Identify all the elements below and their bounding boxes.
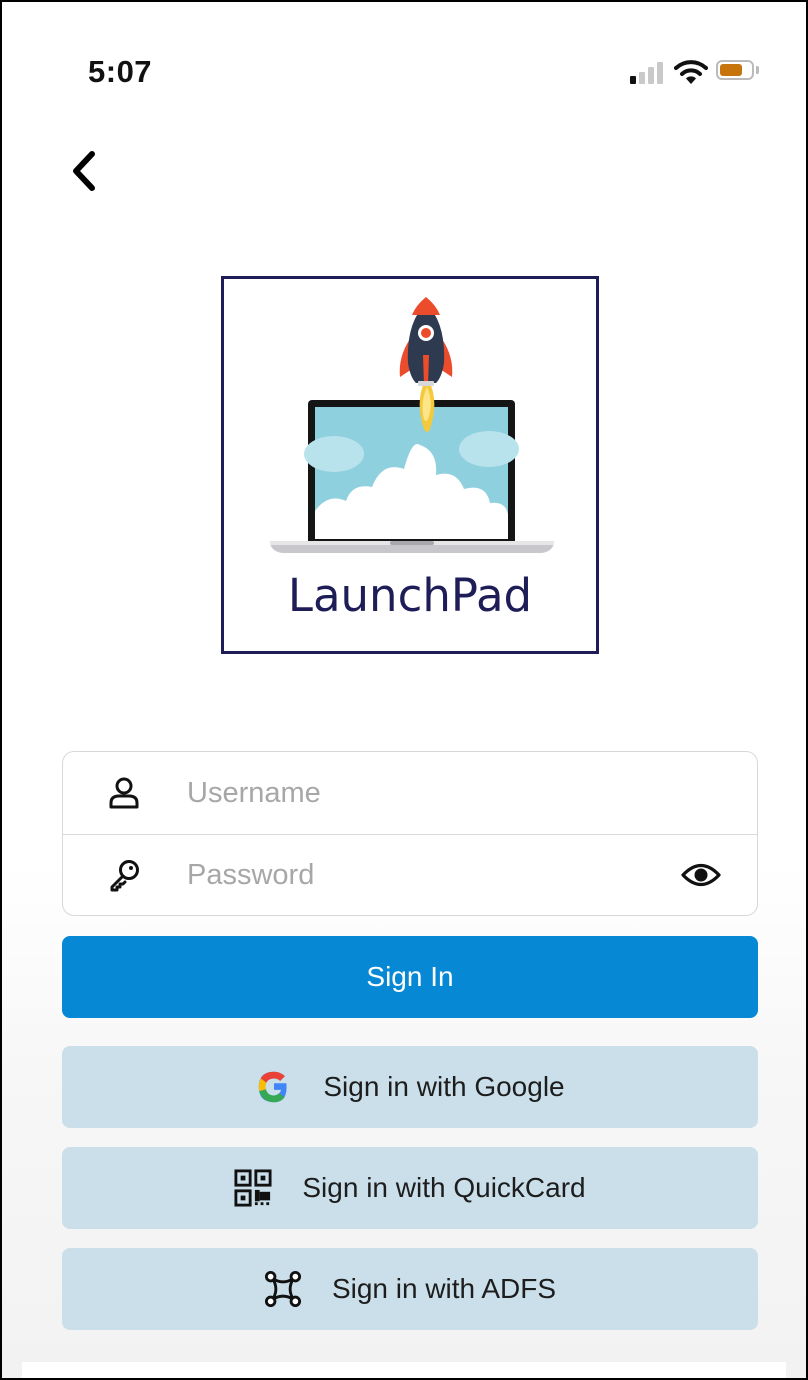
google-label: Sign in with Google [323, 1071, 565, 1102]
password-input[interactable] [185, 848, 659, 902]
battery-icon [716, 60, 754, 80]
quickcard-label: Sign in with QuickCard [302, 1172, 586, 1203]
cellular-signal-icon [630, 60, 664, 84]
username-row [63, 752, 757, 835]
username-input[interactable] [185, 766, 659, 820]
sign-in-google-button[interactable]: Sign in with Google [62, 1046, 758, 1128]
sign-in-adfs-button[interactable]: Sign in with ADFS [62, 1248, 758, 1330]
password-row [63, 834, 757, 915]
key-icon [110, 860, 139, 892]
app-logo: LaunchPad [221, 276, 599, 654]
sign-in-button[interactable]: Sign In [62, 936, 758, 1018]
login-screen: 5:07 LaunchPad Username Sign In Sign in … [0, 0, 808, 1380]
logo-text: LaunchPad [287, 569, 533, 622]
bottom-edge [22, 1362, 786, 1378]
eye-icon[interactable] [681, 860, 721, 890]
credentials-form [62, 751, 758, 916]
status-icons [630, 60, 770, 88]
sign-in-quickcard-button[interactable]: Sign in with QuickCard [62, 1147, 758, 1229]
status-time: 5:07 [88, 54, 153, 89]
network-nodes-icon [264, 1270, 301, 1308]
google-icon [259, 1071, 287, 1103]
adfs-label: Sign in with ADFS [331, 1273, 557, 1304]
chevron-left-icon [73, 151, 95, 191]
qr-code-icon [234, 1169, 272, 1207]
sign-in-label: Sign In [366, 961, 454, 992]
wifi-icon [674, 60, 708, 84]
user-icon [109, 777, 139, 809]
back-button[interactable] [64, 147, 108, 195]
